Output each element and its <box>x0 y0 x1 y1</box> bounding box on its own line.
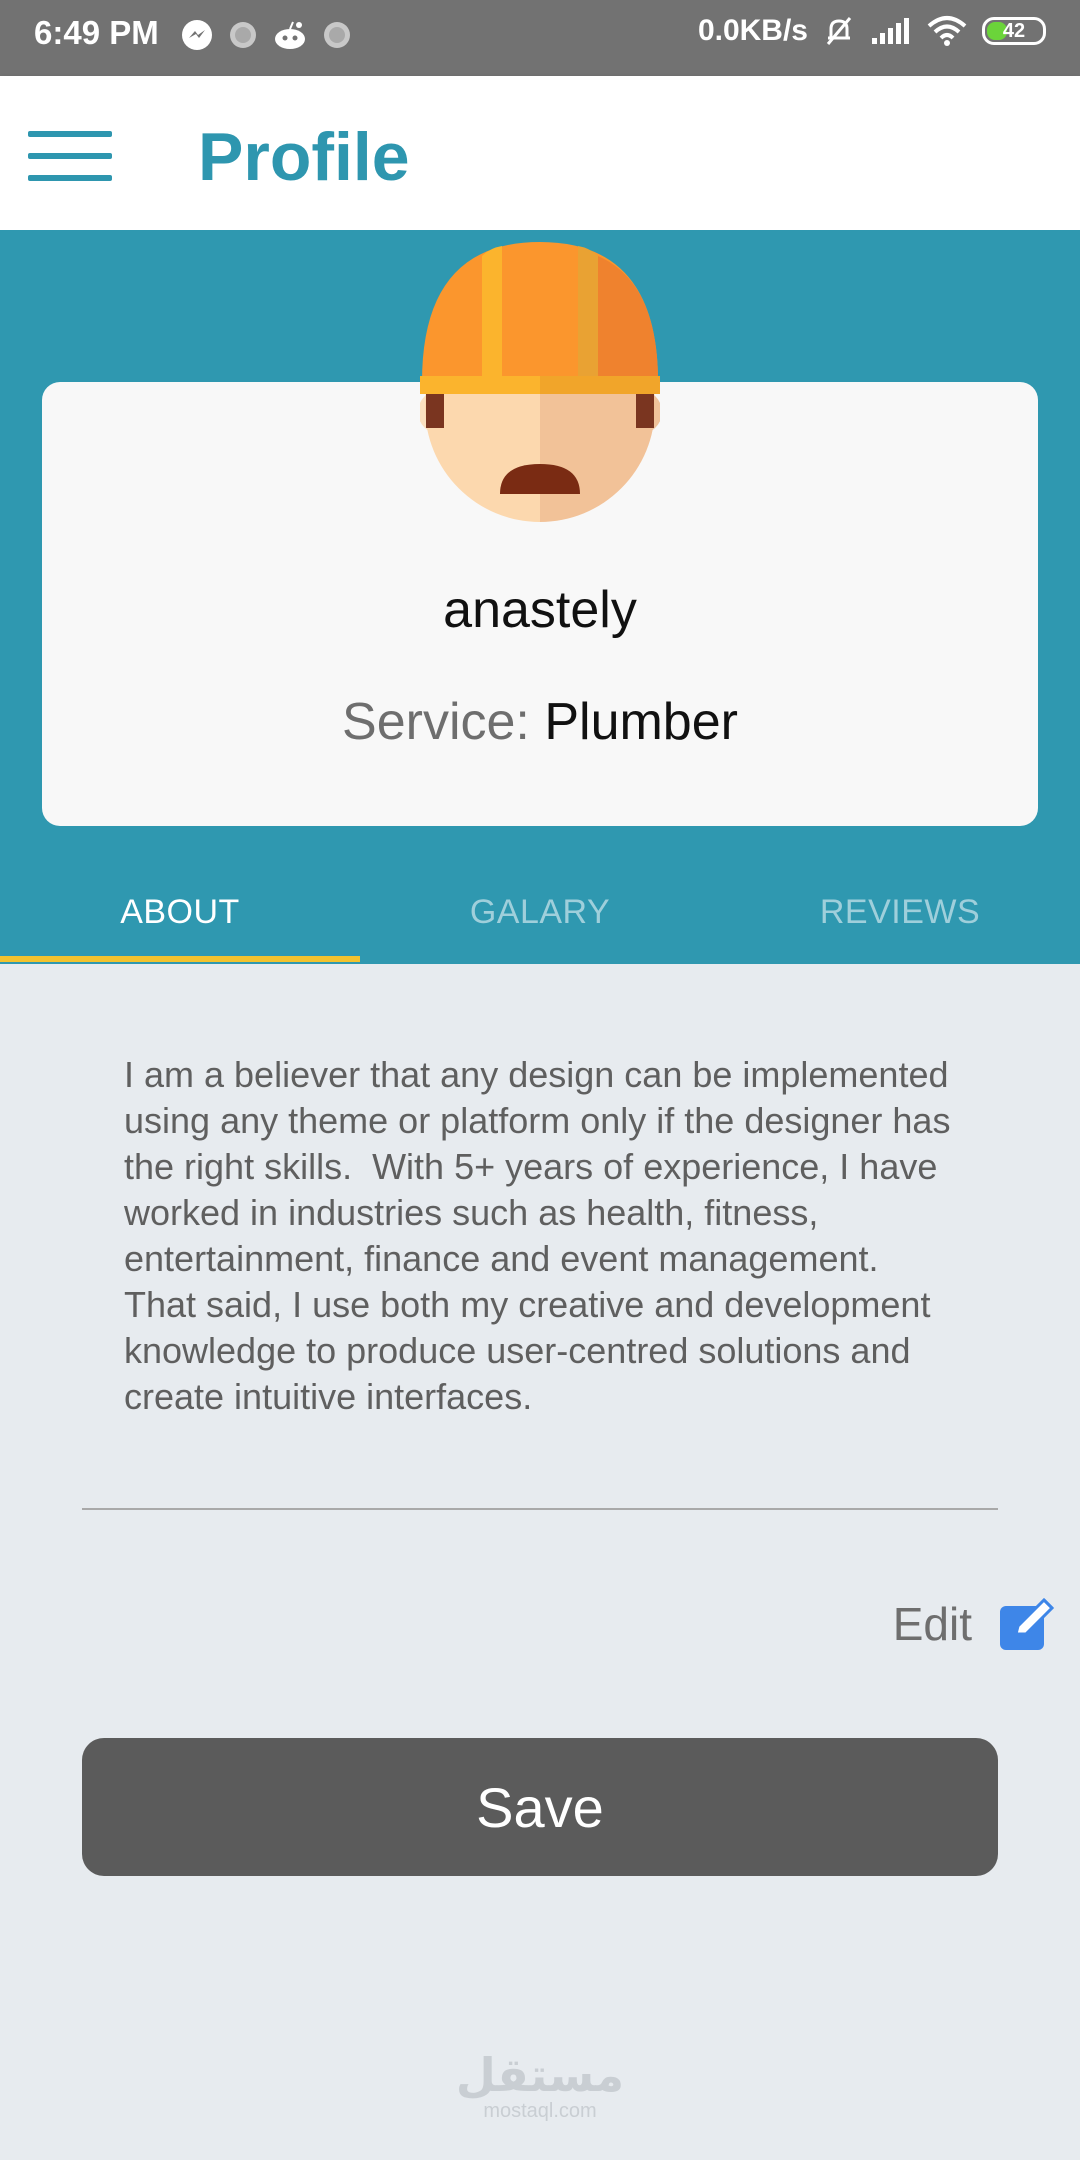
wifi-icon <box>927 16 967 46</box>
edit-button[interactable]: Edit <box>893 1594 1058 1654</box>
about-text: I am a believer that any design can be i… <box>124 1054 961 1417</box>
hamburger-menu-icon[interactable] <box>28 131 112 181</box>
battery-indicator: 42 <box>982 17 1046 45</box>
messenger-icon <box>182 20 212 50</box>
notification-dot-icon <box>230 22 256 48</box>
page-title: Profile <box>198 119 410 195</box>
signal-icon <box>872 18 909 44</box>
about-divider <box>82 1508 998 1510</box>
tab-galary[interactable]: GALARY <box>360 864 720 960</box>
profile-tabs: ABOUT GALARY REVIEWS <box>0 864 1080 960</box>
profile-username: anastely <box>443 581 637 639</box>
profile-service: Service: Plumber <box>0 692 1080 752</box>
bell-off-icon <box>826 17 852 45</box>
status-bar: 6:49 PM 0.0KB/s 42 <box>0 0 1080 76</box>
save-button[interactable]: Save <box>82 1738 998 1876</box>
app-bar: Profile <box>0 76 1080 230</box>
status-notification-icons <box>180 18 352 52</box>
battery-level: 42 <box>1002 19 1026 42</box>
edit-label: Edit <box>892 1598 972 1650</box>
status-right: 0.0KB/s 42 <box>698 14 1046 48</box>
reddit-icon <box>275 21 305 49</box>
worker-hardhat-avatar-icon[interactable] <box>420 242 660 522</box>
edit-icon[interactable] <box>998 1594 1058 1654</box>
status-time: 6:49 PM <box>34 14 159 51</box>
active-tab-indicator <box>0 956 360 962</box>
net-speed: 0.0KB/s <box>697 14 808 47</box>
notification-dot-icon <box>324 22 350 48</box>
service-value: Plumber <box>544 693 738 751</box>
service-label: Service: <box>342 693 545 751</box>
watermark-arabic: مستقل <box>455 2048 625 2102</box>
tab-about[interactable]: ABOUT <box>0 864 360 960</box>
watermark-latin: mostaql.com <box>483 2100 597 2122</box>
watermark-logo: مستقل mostaql.com <box>0 2050 1080 2122</box>
tab-reviews[interactable]: REVIEWS <box>720 864 1080 960</box>
